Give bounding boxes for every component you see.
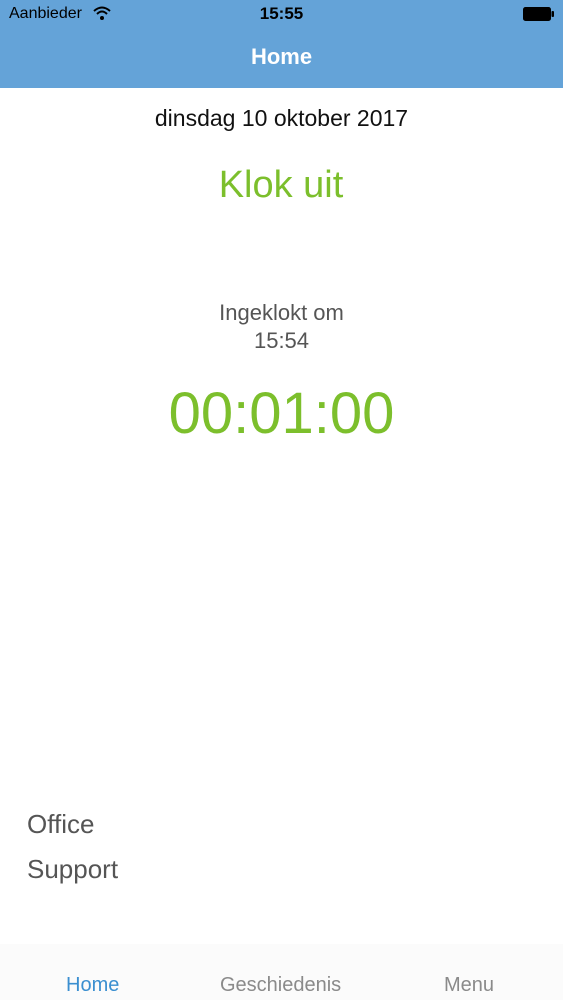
- date-label: dinsdag 10 oktober 2017: [154, 105, 409, 131]
- page-title: Home: [250, 44, 313, 69]
- office-name-line1: Office: [27, 809, 95, 839]
- clock-out-button[interactable]: Klok uit: [181, 158, 381, 212]
- clocked-in-label: Ingeklokt om: [219, 300, 344, 325]
- clocked-in-time: 15:54: [253, 328, 310, 353]
- elapsed-timer: 00:01:00: [168, 381, 395, 446]
- tab-history[interactable]: Geschiedenis: [220, 974, 341, 997]
- tab-home[interactable]: Home: [66, 974, 119, 997]
- office-name-line2: Support: [27, 854, 119, 884]
- tab-menu[interactable]: Menu: [444, 974, 494, 997]
- office-name: Office Support: [27, 802, 118, 892]
- tab-bar: Home Geschiedenis Menu: [0, 944, 563, 1000]
- status-time: 15:55: [259, 4, 304, 23]
- battery-icon: [523, 7, 554, 21]
- top-bar: Aanbieder 15:55 Home: [0, 0, 563, 88]
- screen: Aanbieder 15:55 Home dinsdag 10 oktober …: [0, 0, 563, 1000]
